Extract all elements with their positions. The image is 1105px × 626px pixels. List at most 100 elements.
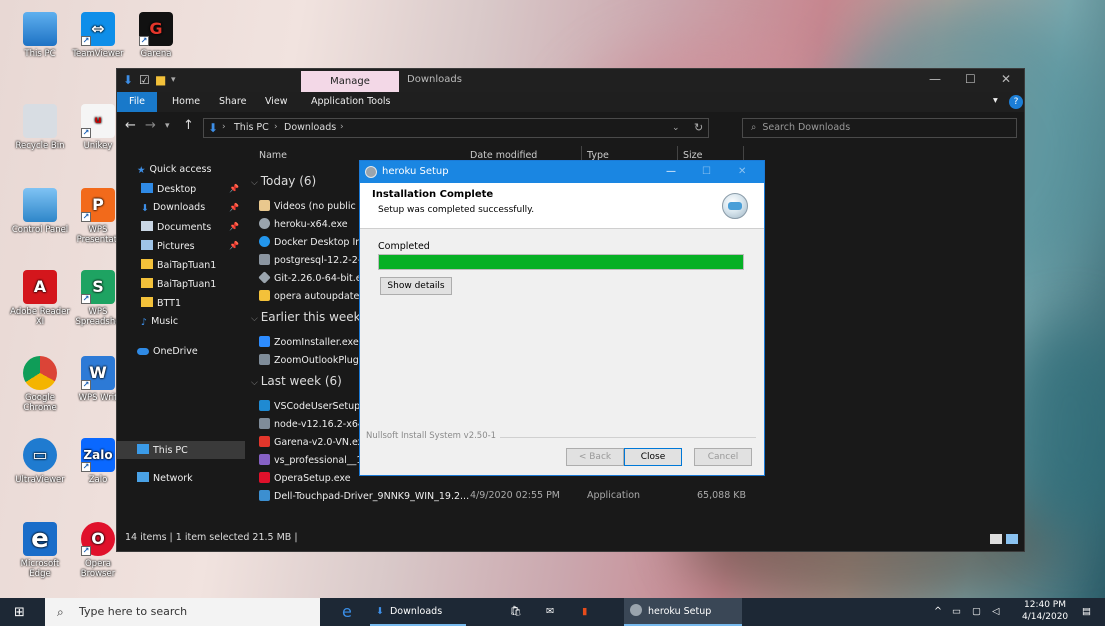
dialog-minimize-button[interactable]: — xyxy=(666,161,676,183)
list-item[interactable]: VSCodeUserSetup-x xyxy=(259,400,369,412)
clock-time[interactable]: 12:40 PM xyxy=(1024,600,1066,610)
taskbar-edge-icon[interactable]: e xyxy=(342,598,352,626)
desktop-icon-recycle-bin[interactable]: Recycle Bin xyxy=(10,104,70,151)
refresh-icon[interactable]: ↻ xyxy=(694,121,703,134)
quick-access-download-icon[interactable]: ⬇ xyxy=(123,73,133,87)
column-name[interactable]: Name xyxy=(259,150,287,161)
taskbar-downloads[interactable]: ⬇ Downloads xyxy=(376,598,442,626)
nav-btt1[interactable]: BTT1 xyxy=(141,297,181,309)
up-arrow-icon[interactable]: ↑ xyxy=(183,118,194,133)
list-item[interactable]: postgresql-12.2-2-w xyxy=(259,254,369,266)
taskbar-heroku-setup[interactable]: heroku Setup xyxy=(624,598,742,626)
desktop-icon-microsoft-edge[interactable]: e Microsoft Edge xyxy=(10,522,70,579)
list-item[interactable]: OperaSetup.exe xyxy=(259,472,351,484)
nav-baitaptuan1-2[interactable]: BaiTapTuan1 xyxy=(141,278,216,290)
desktop-icon-adobe-reader[interactable]: A Adobe Reader XI xyxy=(10,270,70,327)
recent-dropdown-icon[interactable]: ▾ xyxy=(165,121,170,131)
documents-folder-icon xyxy=(141,221,153,231)
list-item[interactable]: Videos (no public to xyxy=(259,200,368,212)
details-view-icon[interactable] xyxy=(990,534,1002,544)
list-item[interactable]: ZoomOutlookPlugi xyxy=(259,354,361,366)
list-item[interactable]: opera autoupdate xyxy=(259,290,359,302)
help-icon[interactable]: ? xyxy=(1009,95,1023,109)
dialog-maximize-button[interactable]: ☐ xyxy=(702,161,711,183)
back-arrow-icon[interactable]: ← xyxy=(125,118,136,133)
nav-baitaptuan1[interactable]: BaiTapTuan1 xyxy=(141,259,216,271)
manage-tab[interactable]: Manage xyxy=(301,71,399,92)
tab-application-tools[interactable]: Application Tools xyxy=(311,96,391,107)
dialog-close-icon[interactable]: ✕ xyxy=(738,161,746,183)
music-icon: ♪ xyxy=(141,317,148,328)
windows-start-icon[interactable]: ⊞ xyxy=(14,605,25,620)
volume-tray-icon[interactable]: ◁ xyxy=(992,598,999,626)
show-details-button[interactable]: Show details xyxy=(380,277,452,295)
action-center-icon[interactable]: ▤ xyxy=(1082,598,1091,626)
close-button[interactable]: Close xyxy=(624,448,682,466)
desktop-icon-teamviewer[interactable]: ⇔ ↗ TeamViewer xyxy=(68,12,128,59)
breadcrumb-downloads[interactable]: Downloads xyxy=(284,122,336,133)
back-button[interactable]: < Back xyxy=(566,448,624,466)
search-input[interactable]: ⌕ Search Downloads xyxy=(742,118,1017,138)
nav-pictures[interactable]: Pictures xyxy=(141,240,195,252)
address-box[interactable]: ⬇ › This PC › Downloads › ⌄ ↻ xyxy=(203,118,709,138)
explorer-title-bar: ⬇ ☑ ■ ▾ Manage Downloads — ☐ ✕ xyxy=(117,69,1024,92)
taskbar-mail-icon[interactable]: ✉ xyxy=(546,598,554,626)
nav-downloads[interactable]: ⬇ Downloads xyxy=(141,202,205,214)
taskbar-store-icon[interactable]: 🛍 xyxy=(510,598,522,626)
minimize-button[interactable]: — xyxy=(929,72,941,86)
last-row-date: 4/9/2020 02:55 PM xyxy=(470,490,561,501)
quick-access-folder-icon[interactable]: ■ xyxy=(155,73,166,87)
nav-network[interactable]: Network xyxy=(137,472,193,484)
breadcrumb-this-pc[interactable]: This PC xyxy=(234,122,269,133)
tab-share[interactable]: Share xyxy=(219,96,246,107)
desktop-icon-this-pc[interactable]: This PC xyxy=(10,12,70,59)
network-icon xyxy=(137,472,149,482)
group-today[interactable]: ⌵ Today (6) xyxy=(251,174,316,188)
nav-desktop[interactable]: Desktop xyxy=(141,183,196,195)
list-item[interactable]: Garena-v2.0-VN.exe xyxy=(259,436,369,448)
tab-file[interactable]: File xyxy=(117,92,157,112)
pictures-folder-icon xyxy=(141,240,153,250)
group-earlier-this-week[interactable]: ⌵ Earlier this week (2 xyxy=(251,310,377,324)
list-item[interactable]: Dell-Touchpad-Driver_9NNK9_WIN_19.2... xyxy=(259,490,469,502)
desktop-icon-garena[interactable]: G ↗ Garena xyxy=(126,12,186,59)
nav-music[interactable]: ♪ Music xyxy=(141,316,178,328)
group-last-week[interactable]: ⌵ Last week (6) xyxy=(251,374,342,388)
zoom-icon xyxy=(259,336,270,347)
tab-view[interactable]: View xyxy=(265,96,288,107)
tab-home[interactable]: Home xyxy=(172,96,200,107)
quick-access-check-icon[interactable]: ☑ xyxy=(139,73,150,87)
list-item[interactable]: Docker Desktop Inst xyxy=(259,236,370,248)
pin-icon: 📌 xyxy=(229,203,239,212)
nav-this-pc[interactable]: This PC xyxy=(137,444,188,456)
maximize-button[interactable]: ☐ xyxy=(965,72,976,86)
taskbar-office-icon[interactable]: ▮ xyxy=(582,598,587,626)
close-window-button[interactable]: ✕ xyxy=(1001,72,1011,86)
list-item[interactable]: heroku-x64.exe xyxy=(259,218,348,230)
display-tray-icon[interactable]: ▢ xyxy=(972,598,981,626)
desktop-icon-google-chrome[interactable]: Google Chrome xyxy=(10,356,70,413)
forward-arrow-icon[interactable]: → xyxy=(145,118,156,133)
clock-date[interactable]: 4/14/2020 xyxy=(1022,612,1068,622)
nav-quick-access[interactable]: ★ Quick access xyxy=(137,164,211,176)
show-hidden-icons-icon[interactable]: ^ xyxy=(934,598,942,626)
list-item[interactable]: Git-2.26.0-64-bit.exe xyxy=(258,271,373,284)
network-tray-icon[interactable]: ▭ xyxy=(952,598,961,626)
expand-ribbon-icon[interactable]: ▾ xyxy=(993,95,998,106)
nav-onedrive[interactable]: OneDrive xyxy=(137,346,198,357)
taskbar-search-input[interactable]: ⌕ Type here to search xyxy=(45,598,320,626)
list-item[interactable]: vs_professional__10 xyxy=(259,454,368,466)
computer-icon xyxy=(137,444,149,454)
opera-setup-icon xyxy=(259,472,270,483)
edge-icon: e xyxy=(23,522,57,556)
cancel-button[interactable]: Cancel xyxy=(694,448,752,466)
large-icons-view-icon[interactable] xyxy=(1006,534,1018,544)
address-dropdown-icon[interactable]: ⌄ xyxy=(672,123,680,133)
desktop-icon-ultraviewer[interactable]: ▭ UltraViewer xyxy=(10,438,70,485)
list-item[interactable]: node-v12.16.2-x64.r xyxy=(259,418,371,430)
list-item[interactable]: ZoomInstaller.exe xyxy=(259,336,359,348)
adobe-reader-icon: A xyxy=(23,270,57,304)
desktop-icon-control-panel[interactable]: Control Panel xyxy=(10,188,70,235)
quick-access-dropdown-icon[interactable]: ▾ xyxy=(171,75,176,85)
nav-documents[interactable]: Documents xyxy=(141,221,211,233)
